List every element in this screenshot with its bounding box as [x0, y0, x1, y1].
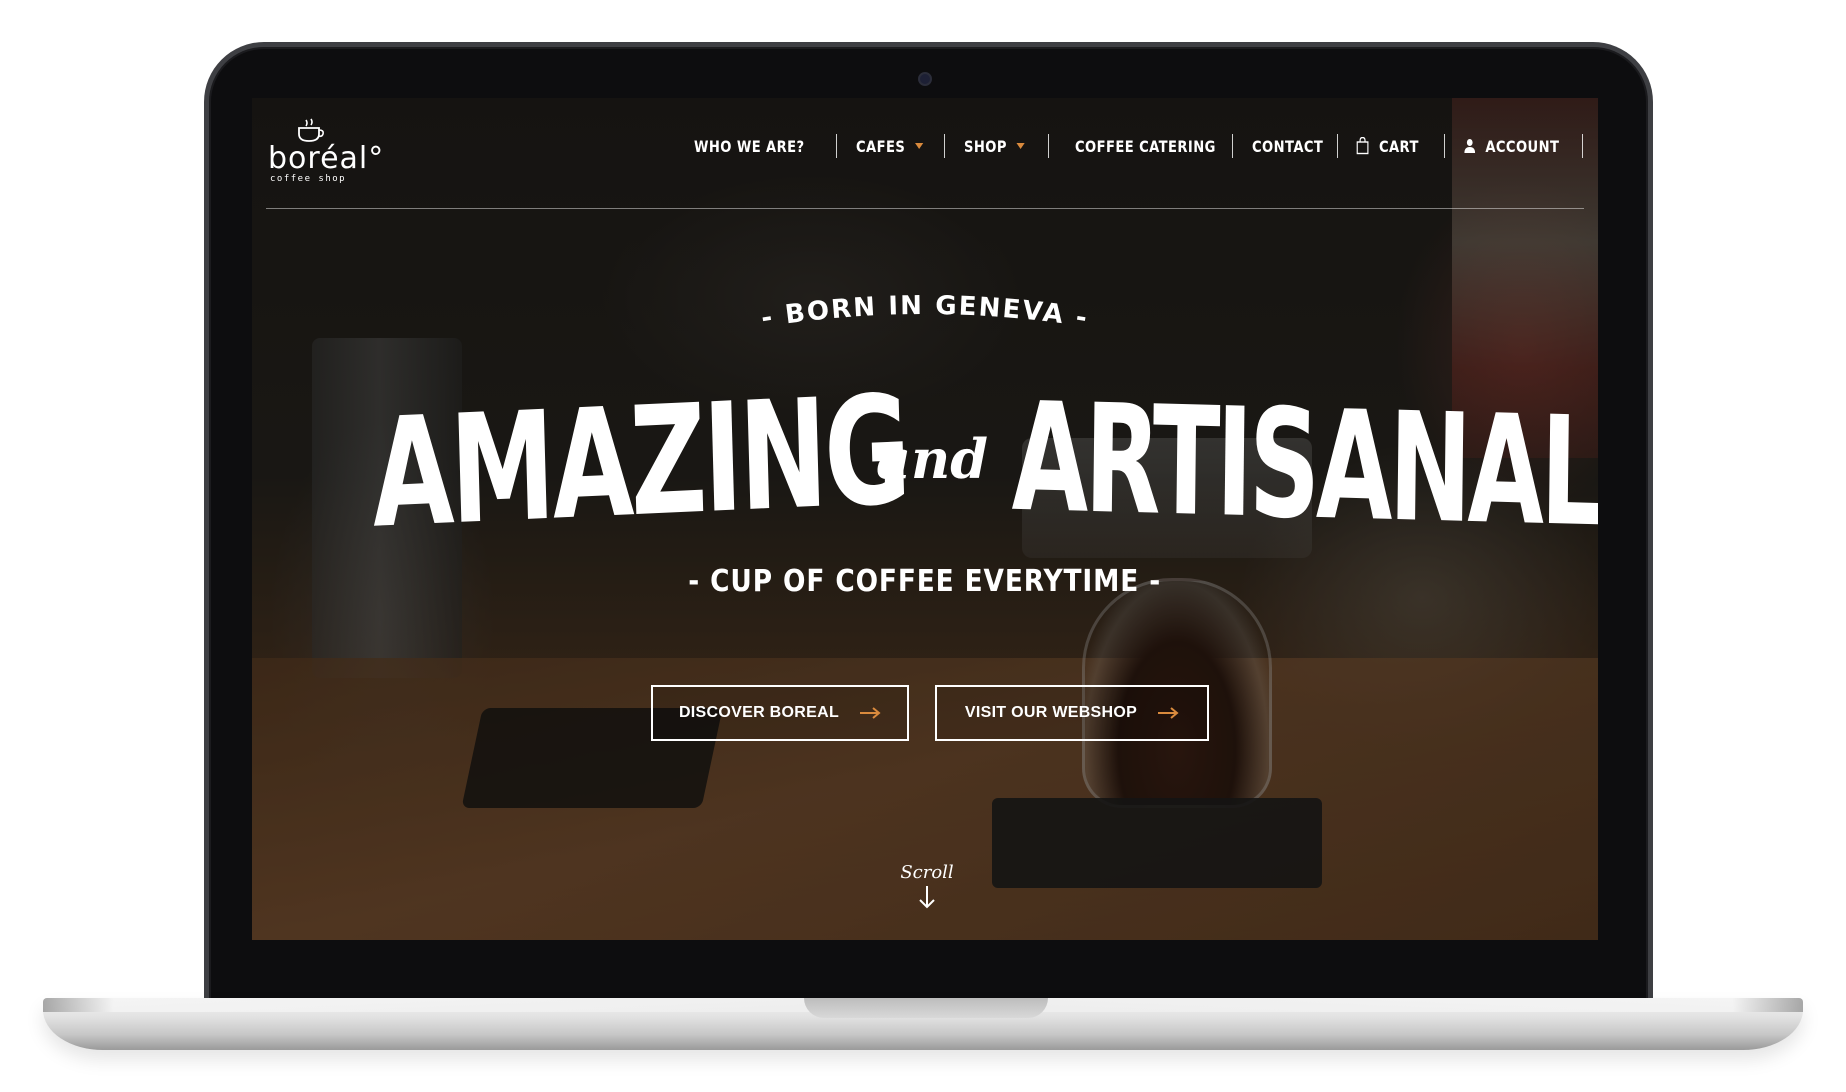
hero-subtitle: - CUP OF COFFEE EVERYTIME - [252, 564, 1598, 599]
nav-item-coffee-catering[interactable]: COFFEE CATERING [1075, 128, 1216, 164]
laptop-notch [804, 998, 1048, 1018]
discover-boreal-button[interactable]: DISCOVER BOREAL [651, 685, 909, 741]
svg-text:- BORN IN GENEVA -: - BORN IN GENEVA - [759, 294, 1091, 334]
scroll-indicator[interactable]: Scroll [892, 862, 962, 922]
hero-eyebrow: - BORN IN GENEVA - [759, 294, 1091, 334]
chevron-down-icon [915, 143, 924, 149]
nav-divider [944, 134, 945, 158]
nav-divider [1582, 134, 1583, 158]
nav-label: ACCOUNT [1485, 136, 1560, 156]
nav-item-shop[interactable]: SHOP [964, 128, 1025, 164]
main-nav: WHO WE ARE? CAFES SHOP COFFEE CATERING C… [252, 128, 1598, 164]
scroll-label: Scroll [900, 862, 954, 883]
webcam-icon [918, 72, 932, 86]
nav-divider [836, 134, 837, 158]
nav-item-cafes[interactable]: CAFES [856, 128, 924, 164]
nav-divider [1337, 134, 1338, 158]
button-label: DISCOVER BOREAL [678, 704, 840, 721]
logo-tagline: coffee shop [270, 174, 347, 184]
laptop-mockup: boréal° coffee shop WHO WE ARE? CAFES SH… [0, 0, 1846, 1092]
nav-label: CAFES [856, 136, 906, 156]
hero-title-right: ARTISANAL [1011, 370, 1598, 558]
chevron-down-icon [1016, 143, 1025, 149]
nav-label: COFFEE CATERING [1075, 136, 1216, 156]
nav-item-cart[interactable]: CART [1356, 128, 1419, 164]
arrow-right-icon [1158, 707, 1179, 719]
nav-item-account[interactable]: ACCOUNT [1464, 128, 1559, 164]
nav-item-who-we-are[interactable]: WHO WE ARE? [694, 128, 805, 164]
hero-title: AMAZING and ARTISANAL [370, 362, 1598, 558]
hero-eyebrow-text: - BORN IN GENEVA - [759, 294, 1089, 334]
visit-webshop-button[interactable]: VISIT OUR WEBSHOP [935, 685, 1209, 741]
nav-label: WHO WE ARE? [694, 136, 805, 156]
nav-label: SHOP [964, 136, 1007, 156]
shopping-bag-icon [1356, 137, 1369, 155]
website-screen: boréal° coffee shop WHO WE ARE? CAFES SH… [252, 98, 1598, 940]
header-divider [266, 208, 1584, 209]
nav-item-contact[interactable]: CONTACT [1252, 128, 1323, 164]
hero-subtitle-text: - CUP OF COFFEE EVERYTIME - [688, 564, 1162, 599]
hero-title-left: AMAZING [370, 362, 910, 558]
nav-divider [1048, 134, 1049, 158]
hero-title-connector: and [876, 427, 988, 491]
nav-divider [1444, 134, 1445, 158]
nav-label: CONTACT [1252, 136, 1324, 156]
button-label: VISIT OUR WEBSHOP [964, 704, 1138, 721]
arrow-down-icon [919, 886, 935, 909]
arrow-right-icon [860, 707, 881, 719]
nav-divider [1232, 134, 1233, 158]
nav-label: CART [1378, 136, 1419, 156]
user-icon [1464, 139, 1476, 153]
